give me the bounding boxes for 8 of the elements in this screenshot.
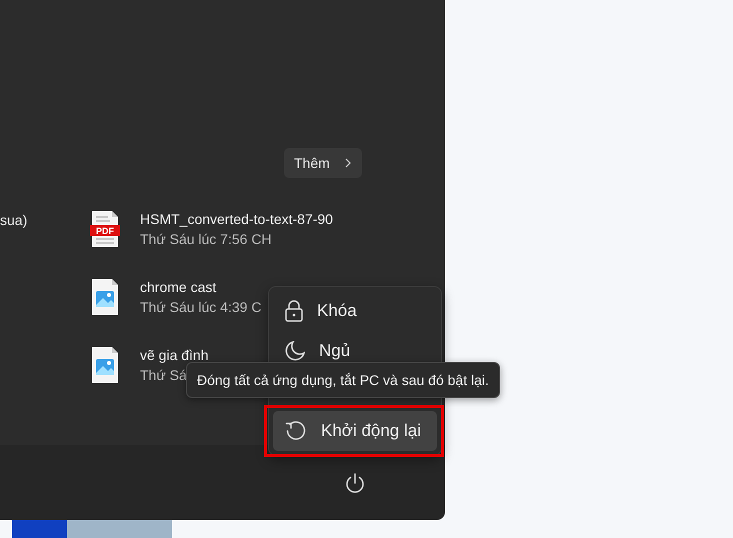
file-time: Thứ Sáu lúc 4:39 C (140, 299, 262, 315)
file-name: vẽ gia đình (140, 347, 208, 363)
item-title: sua) (0, 212, 28, 228)
file-time: Thứ Sáu lúc 7:56 CH (140, 231, 273, 247)
file-name: chrome cast (140, 279, 218, 295)
pdf-file-icon: PDF (90, 211, 120, 247)
tooltip: Đóng tất cả ứng dụng, tắt PC và sau đó bật lại. (186, 362, 500, 398)
file-name: HSMT_converted-to-text-87-90 (140, 211, 333, 227)
